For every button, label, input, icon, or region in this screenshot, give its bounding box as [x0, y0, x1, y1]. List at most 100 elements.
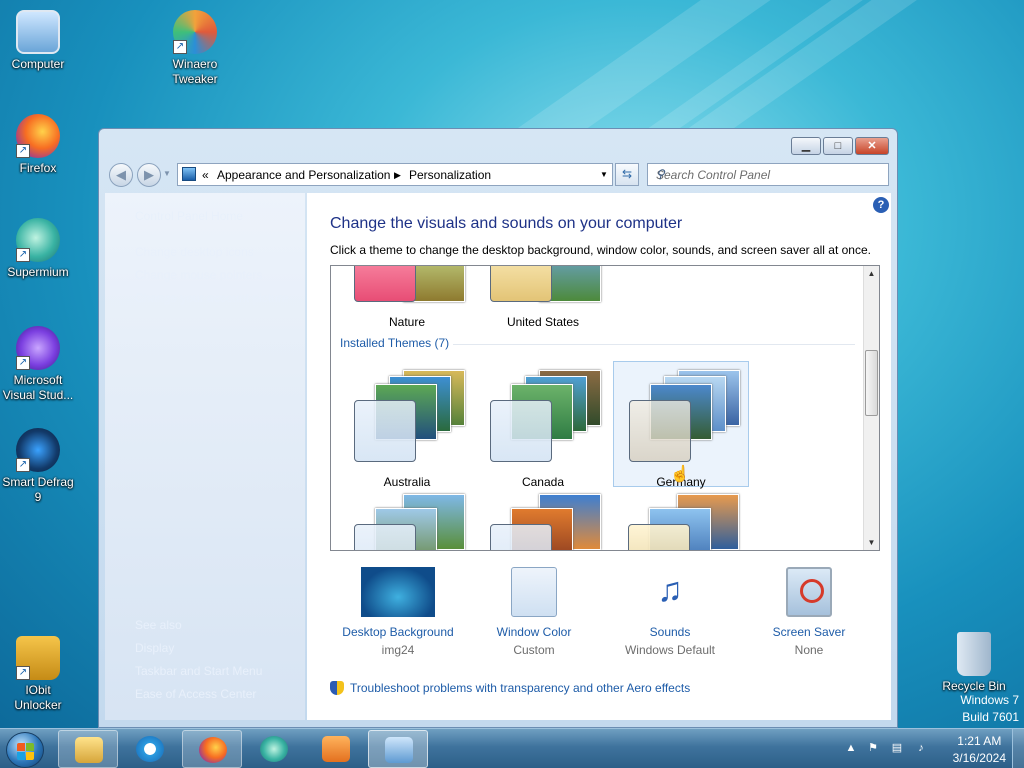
desktop-icon-label: Firefox	[19, 161, 57, 175]
theme-label: Canada	[521, 475, 565, 489]
theme-united-states[interactable]: United States	[475, 266, 611, 329]
taskbar-firefox[interactable]	[182, 730, 242, 768]
windows-logo-icon	[17, 752, 25, 760]
theme-color-swatch	[628, 524, 690, 550]
taskbar-media-player[interactable]	[306, 730, 366, 768]
minimize-button[interactable]: ▁	[791, 137, 821, 155]
scroll-down-icon[interactable]: ▼	[864, 538, 879, 547]
window-color-value: Custom	[513, 643, 555, 657]
page-title: Change the visuals and sounds on your co…	[330, 215, 683, 232]
shortcut-arrow-icon: ↗	[16, 666, 30, 680]
back-button[interactable]: ◀	[109, 163, 133, 187]
action-center-flag-icon[interactable]: ⚑	[866, 741, 880, 755]
scroll-up-icon[interactable]: ▲	[864, 269, 879, 278]
forward-button[interactable]: ▶	[137, 163, 161, 187]
desktop-background-link[interactable]: Desktop Background	[338, 623, 458, 641]
sounds-link[interactable]: Sounds	[610, 623, 730, 641]
desktop-icon-label: Computer	[11, 57, 65, 71]
theme-list[interactable]: Nature United States Installed Themes (7…	[330, 265, 880, 551]
desktop-icon-visual-studio[interactable]: ↗ Microsoft Visual Stud...	[0, 326, 76, 403]
window-color-setting[interactable]: Window Color Custom	[474, 567, 594, 659]
firefox-icon	[199, 737, 227, 763]
theme-color-swatch	[629, 400, 691, 462]
internet-explorer-icon	[136, 736, 164, 762]
taskbar-file-explorer[interactable]	[58, 730, 118, 768]
desktop-icon-recycle-bin[interactable]: Recycle Bin	[936, 632, 1012, 694]
taskbar-personalization[interactable]	[368, 730, 428, 768]
shield-icon	[330, 681, 344, 695]
taskbar: ▲ ⚑ ▤ ♪ 1:21 AM 3/16/2024	[0, 728, 1024, 768]
refresh-button[interactable]: ⇆	[615, 163, 639, 186]
scrollbar-thumb[interactable]	[865, 350, 878, 416]
theme-nature[interactable]: Nature	[339, 266, 475, 329]
window-color-icon	[511, 567, 557, 617]
screen-saver-link[interactable]: Screen Saver	[749, 623, 869, 641]
recent-pages-dropdown-icon[interactable]: ▼	[163, 169, 171, 178]
desktop-icon-supermium[interactable]: ↗ Supermium	[0, 218, 76, 280]
theme-color-swatch	[490, 266, 552, 302]
sounds-setting[interactable]: ♫ Sounds Windows Default	[610, 567, 730, 659]
taskbar-clock[interactable]: 1:21 AM 3/16/2024	[953, 733, 1006, 767]
address-bar[interactable]: « Appearance and Personalization ▶ Perso…	[177, 163, 613, 186]
windows-logo-icon	[17, 743, 25, 751]
page-subtitle: Click a theme to change the desktop back…	[330, 243, 871, 257]
control-panel-home-link[interactable]: Control Panel Home	[135, 209, 243, 223]
volume-muted-icon[interactable]: ♪	[914, 741, 928, 755]
desktop-background-setting[interactable]: Desktop Background img24	[338, 567, 458, 659]
desktop-icon-iobit-unlocker[interactable]: ↗ IObit Unlocker	[0, 636, 76, 713]
theme-color-swatch	[490, 524, 552, 550]
address-dropdown-icon[interactable]: ▼	[600, 170, 608, 179]
network-icon[interactable]: ▤	[890, 741, 904, 755]
breadcrumb-overflow[interactable]: «	[202, 168, 209, 182]
taskbar-supermium[interactable]	[244, 730, 304, 768]
display-link[interactable]: Display	[135, 641, 174, 655]
build-line-os: Windows 7	[960, 693, 1019, 707]
theme-australia[interactable]: Australia	[339, 362, 475, 489]
troubleshoot-link[interactable]: Troubleshoot problems with transparency …	[350, 681, 690, 695]
show-desktop-button[interactable]	[1012, 729, 1024, 768]
desktop-icon-smart-defrag[interactable]: ↗ Smart Defrag 9	[0, 428, 76, 505]
show-hidden-icons-icon[interactable]: ▲	[844, 741, 858, 755]
desktop-icon-label: Winaero Tweaker	[172, 57, 218, 86]
theme-germany[interactable]: Germany ☝	[613, 361, 749, 489]
build-line-build: Build 7601	[962, 710, 1019, 724]
desktop-icon-firefox[interactable]: ↗ Firefox	[0, 114, 76, 176]
smart-defrag-icon: ↗	[16, 428, 60, 472]
theme-label: Australia	[383, 475, 431, 489]
breadcrumb-personalization[interactable]: Personalization	[409, 168, 491, 182]
close-button[interactable]: ✕	[855, 137, 889, 155]
screen-saver-setting[interactable]: Screen Saver None	[749, 567, 869, 659]
windows-logo-icon	[26, 743, 34, 751]
desktop-icon-winaero-tweaker[interactable]: ↗ Winaero Tweaker	[157, 10, 233, 87]
search-icon[interactable]: ⚲	[656, 167, 882, 181]
personalization-icon	[385, 737, 413, 763]
recycle-bin-icon	[957, 632, 991, 676]
breadcrumb-appearance[interactable]: Appearance and Personalization	[217, 168, 390, 182]
theme-row-next[interactable]	[475, 494, 611, 550]
shortcut-arrow-icon: ↗	[16, 248, 30, 262]
help-icon[interactable]: ?	[873, 197, 889, 213]
desktop-icon-label: Microsoft Visual Stud...	[2, 373, 74, 402]
desktop-icon-computer[interactable]: Computer	[0, 10, 76, 72]
iobit-unlocker-icon: ↗	[16, 636, 60, 680]
supermium-icon: ↗	[16, 218, 60, 262]
start-button[interactable]	[6, 732, 44, 768]
theme-row-next[interactable]	[339, 494, 475, 550]
taskbar-start-menu-link[interactable]: Taskbar and Start Menu	[135, 664, 262, 678]
change-mouse-pointers-link[interactable]: Change mouse pointers	[135, 268, 262, 282]
windows-logo-icon	[26, 752, 34, 760]
ease-of-access-link[interactable]: Ease of Access Center	[135, 687, 256, 701]
breadcrumb-separator-icon[interactable]: ▶	[394, 170, 401, 181]
theme-row-next[interactable]	[613, 494, 749, 550]
control-panel-icon	[182, 167, 196, 181]
search-input[interactable]: Search Control Panel ⚲	[647, 163, 889, 186]
change-account-picture-link[interactable]: Change your account picture	[135, 291, 288, 305]
maximize-button[interactable]: □	[823, 137, 853, 155]
window-color-link[interactable]: Window Color	[474, 623, 594, 641]
theme-list-scrollbar[interactable]: ▲ ▼	[863, 266, 879, 550]
taskbar-internet-explorer[interactable]	[120, 730, 180, 768]
theme-canada[interactable]: Canada	[475, 362, 611, 489]
change-desktop-icons-link[interactable]: Change desktop icons	[135, 245, 254, 259]
winaero-tweaker-icon: ↗	[173, 10, 217, 54]
tasks-pane: Control Panel Home Change desktop icons …	[105, 193, 305, 720]
